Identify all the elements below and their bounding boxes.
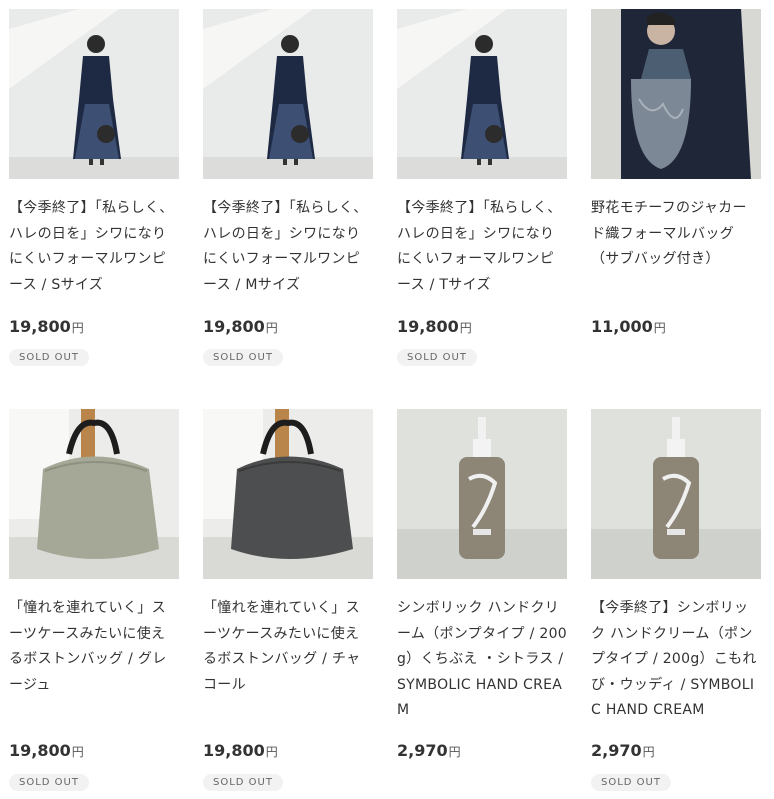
product-title[interactable]: 「憧れを連れていく」スーツケースみたいに使えるボストンバッグ / チャコール [203,596,373,698]
product-price: 2,970円 [591,741,655,760]
currency-yen: 円 [653,321,666,335]
product-image[interactable] [591,409,761,579]
product-price: 19,800円 [397,317,472,336]
product-image[interactable] [397,409,567,579]
product-title[interactable]: 「憧れを連れていく」スーツケースみたいに使えるボストンバッグ / グレージュ [9,596,179,698]
sold-out-badge: SOLD OUT [9,774,89,791]
product-card[interactable]: 「憧れを連れていく」スーツケースみたいに使えるボストンバッグ / グレージュ 1… [9,409,179,791]
sold-out-badge: SOLD OUT [203,774,283,791]
currency-yen: 円 [265,321,278,335]
product-card[interactable]: 野花モチーフのジャカード織フォーマルバッグ（サブバッグ付き） 11,000円 [591,9,761,409]
sold-out-badge: SOLD OUT [9,349,89,366]
product-price: 11,000円 [591,317,666,336]
product-price: 19,800円 [203,741,278,760]
price-value: 2,970 [591,741,642,760]
currency-yen: 円 [71,321,84,335]
sold-out-badge: SOLD OUT [203,349,283,366]
currency-yen: 円 [265,745,278,759]
product-card[interactable]: 【今季終了】「私らしく、ハレの日を」シワになりにくいフォーマルワンピース / T… [397,9,567,409]
price-value: 11,000 [591,317,653,336]
product-price: 19,800円 [9,317,84,336]
product-card[interactable]: 【今季終了】「私らしく、ハレの日を」シワになりにくいフォーマルワンピース / M… [203,9,373,409]
product-title[interactable]: シンボリック ハンドクリーム（ポンプタイプ / 200g）くちぶえ ・シトラス … [397,596,567,724]
product-image[interactable] [203,409,373,579]
product-title[interactable]: 【今季終了】「私らしく、ハレの日を」シワになりにくいフォーマルワンピース / S… [9,196,179,298]
product-grid: 【今季終了】「私らしく、ハレの日を」シワになりにくいフォーマルワンピース / S… [9,9,769,791]
currency-yen: 円 [448,745,461,759]
product-card[interactable]: 【今季終了】「私らしく、ハレの日を」シワになりにくいフォーマルワンピース / S… [9,9,179,409]
product-image[interactable] [591,9,761,179]
price-value: 19,800 [203,317,265,336]
product-price: 19,800円 [203,317,278,336]
product-title[interactable]: 【今季終了】シンボリック ハンドクリーム（ポンプタイプ / 200g）こもれび・… [591,596,761,724]
product-image[interactable] [397,9,567,179]
price-value: 19,800 [9,741,71,760]
product-card[interactable]: 「憧れを連れていく」スーツケースみたいに使えるボストンバッグ / チャコール 1… [203,409,373,791]
product-image[interactable] [9,9,179,179]
product-row: 【今季終了】「私らしく、ハレの日を」シワになりにくいフォーマルワンピース / S… [9,9,769,409]
currency-yen: 円 [71,745,84,759]
sold-out-badge: SOLD OUT [397,349,477,366]
sold-out-badge: SOLD OUT [591,774,671,791]
product-image[interactable] [9,409,179,579]
product-title[interactable]: 野花モチーフのジャカード織フォーマルバッグ（サブバッグ付き） [591,196,761,273]
product-row: 「憧れを連れていく」スーツケースみたいに使えるボストンバッグ / グレージュ 1… [9,409,769,791]
price-value: 19,800 [9,317,71,336]
currency-yen: 円 [459,321,472,335]
price-value: 19,800 [203,741,265,760]
product-card[interactable]: シンボリック ハンドクリーム（ポンプタイプ / 200g）くちぶえ ・シトラス … [397,409,567,760]
product-price: 19,800円 [9,741,84,760]
product-image[interactable] [203,9,373,179]
product-title[interactable]: 【今季終了】「私らしく、ハレの日を」シワになりにくいフォーマルワンピース / M… [203,196,373,298]
product-price: 2,970円 [397,741,461,760]
product-card[interactable]: 【今季終了】シンボリック ハンドクリーム（ポンプタイプ / 200g）こもれび・… [591,409,761,791]
currency-yen: 円 [642,745,655,759]
price-value: 2,970 [397,741,448,760]
product-title[interactable]: 【今季終了】「私らしく、ハレの日を」シワになりにくいフォーマルワンピース / T… [397,196,567,298]
price-value: 19,800 [397,317,459,336]
